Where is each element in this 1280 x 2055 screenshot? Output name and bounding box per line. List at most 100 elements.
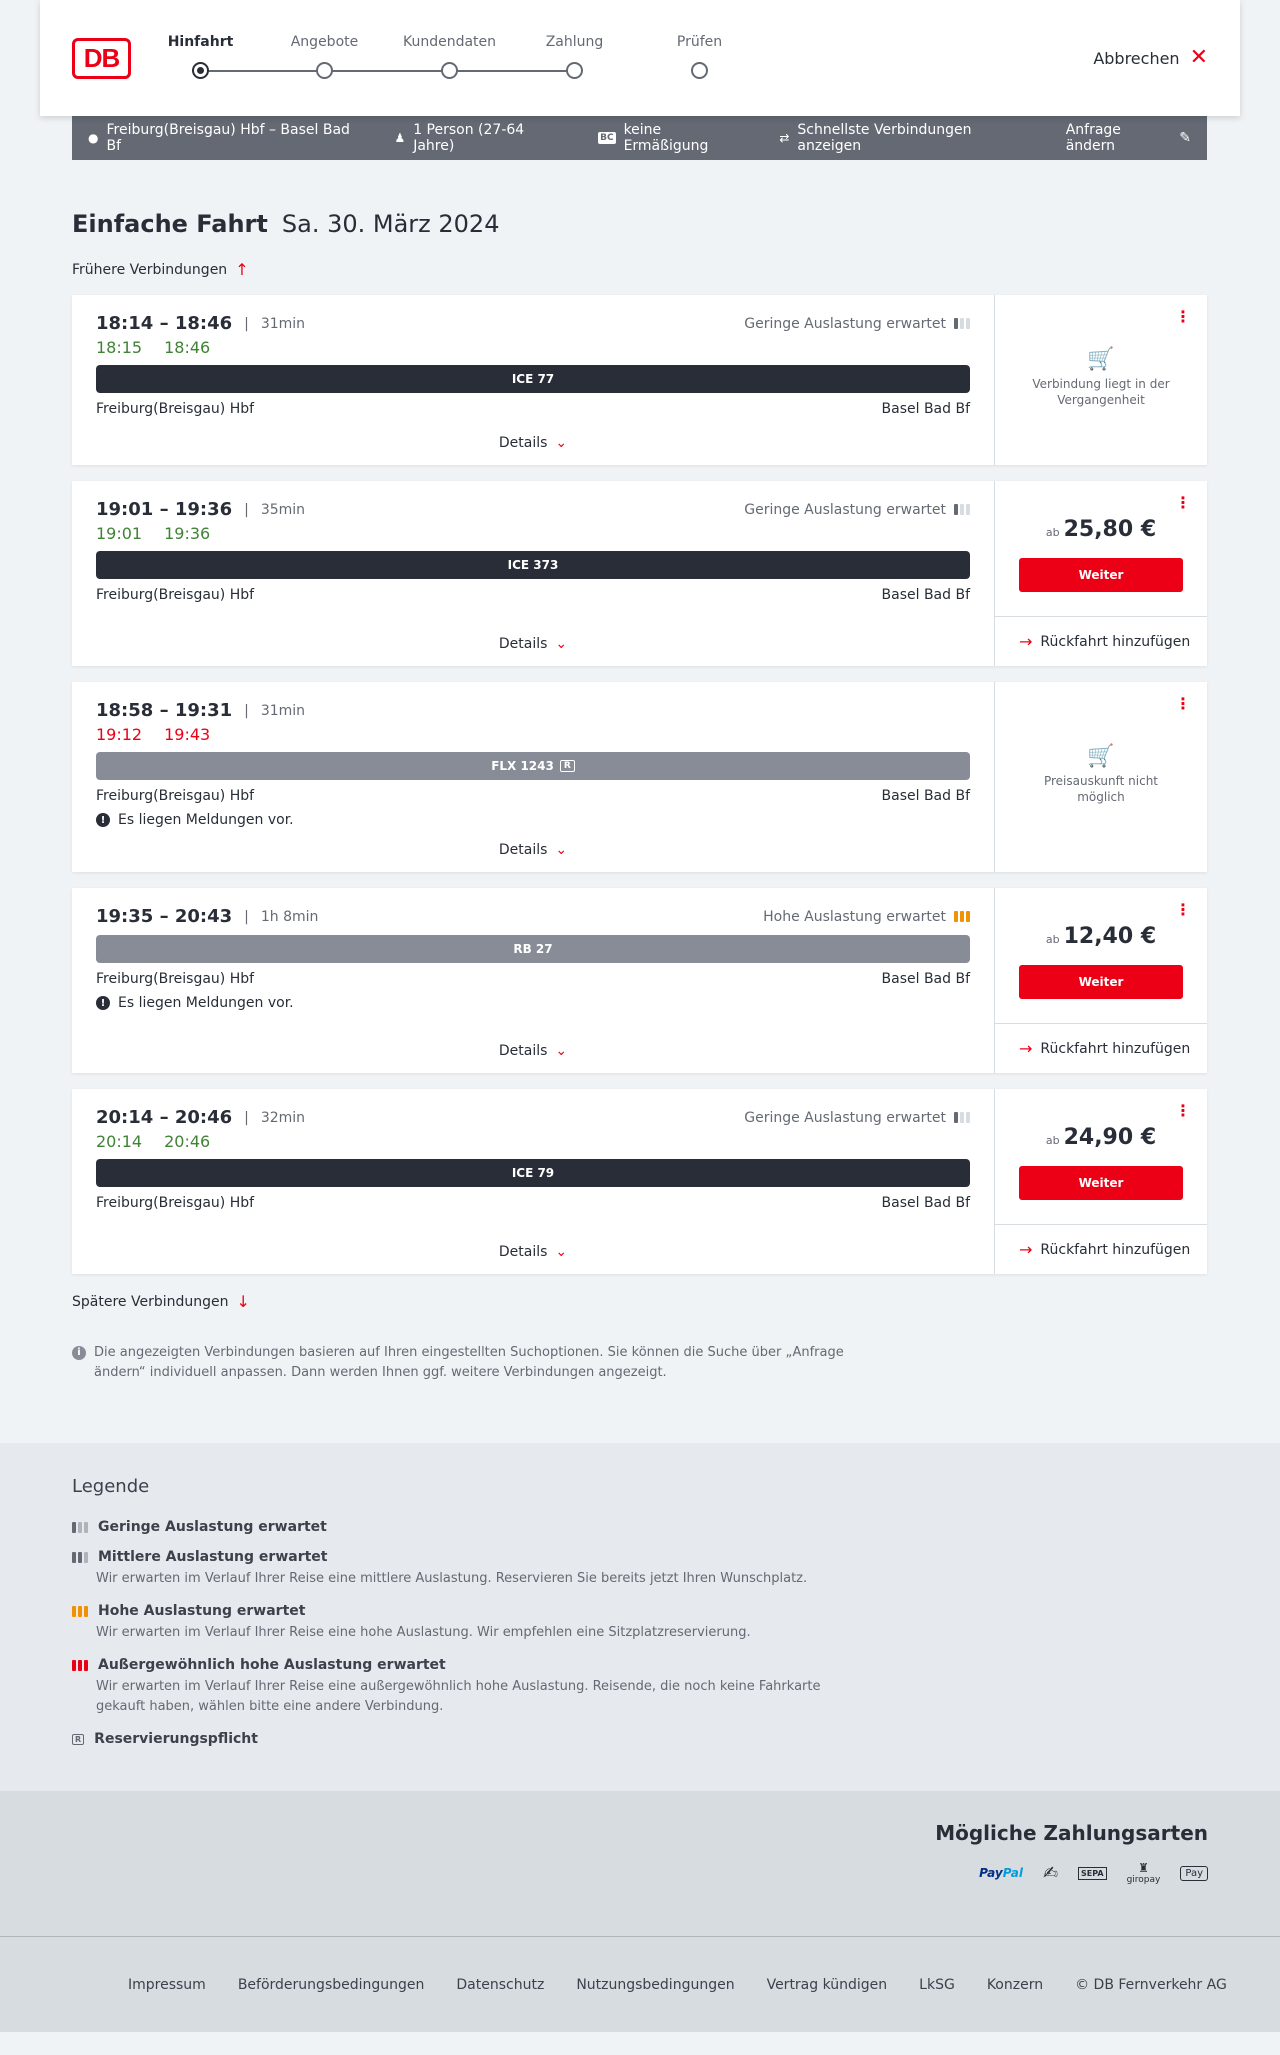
- message-text: Es liegen Meldungen vor.: [118, 995, 294, 1011]
- message-notice: ! Es liegen Meldungen vor.: [96, 812, 970, 828]
- connection-card: 20:14 – 20:46 | 32min Geringe Auslastung…: [72, 1089, 1207, 1274]
- connection-side: ⋮ 🛒 Preisauskunft nicht möglich: [995, 682, 1207, 872]
- earlier-connections-link[interactable]: Frühere Verbindungen ↑: [72, 260, 1207, 279]
- step-dot-icon: [316, 62, 333, 79]
- legend-item: Außergewöhnlich hohe Auslastung erwartet…: [72, 1657, 1207, 1717]
- footer-link-impressum[interactable]: Impressum: [128, 1977, 206, 1993]
- occupancy-low-icon: [72, 1521, 88, 1533]
- scheduled-times: 19:01 – 19:36: [96, 499, 233, 520]
- price-amount: 12,40 €: [1063, 924, 1157, 949]
- realtime-departure: 18:15: [96, 338, 143, 357]
- continue-button[interactable]: Weiter: [1019, 965, 1183, 999]
- swap-arrows-icon: ⇄: [779, 131, 790, 145]
- train-bar[interactable]: RB 27: [96, 935, 970, 963]
- cart-unavailable-icon: 🛒: [1087, 744, 1115, 769]
- add-return-label: Rückfahrt hinzufügen: [1040, 633, 1191, 650]
- train-name: ICE 77: [511, 372, 555, 386]
- occupancy-low-icon: [954, 1112, 970, 1123]
- person-icon: ♟: [394, 131, 406, 145]
- step-kundendaten: Kundendaten: [387, 34, 512, 79]
- train-bar[interactable]: ICE 77: [96, 365, 970, 393]
- realtime-arrival: 18:46: [164, 338, 211, 357]
- scheduled-times: 19:35 – 20:43: [96, 906, 233, 927]
- continue-button[interactable]: Weiter: [1019, 558, 1183, 592]
- step-dot-icon: [691, 62, 708, 79]
- connection-main: 19:01 – 19:36 | 35min Geringe Auslastung…: [72, 481, 995, 666]
- more-options-icon[interactable]: ⋮: [1175, 495, 1191, 511]
- scheduled-times: 20:14 – 20:46: [96, 1107, 233, 1128]
- train-name: ICE 79: [511, 1166, 555, 1180]
- discount-text: keine Ermäßigung: [623, 122, 709, 154]
- occupancy-info: Geringe Auslastung erwartet: [744, 316, 970, 332]
- more-options-icon[interactable]: ⋮: [1175, 309, 1191, 325]
- cart-unavailable-icon: 🛒: [1087, 347, 1115, 372]
- add-return-trip-button[interactable]: → Rückfahrt hinzufügen: [995, 617, 1207, 666]
- realtime-departure: 19:12: [96, 725, 143, 744]
- footer-link-nutzungsbedingungen[interactable]: Nutzungsbedingungen: [576, 1977, 734, 1993]
- sepa-icon: SEPA: [1078, 1866, 1107, 1880]
- footer-link-konzern[interactable]: Konzern: [987, 1977, 1043, 1993]
- occupancy-label: Geringe Auslastung erwartet: [744, 315, 946, 332]
- progress-steps: Hinfahrt Angebote Kundendaten Zahlung Pr…: [160, 34, 722, 84]
- separator: |: [244, 908, 249, 925]
- notice-text: Die angezeigten Verbindungen basieren au…: [94, 1345, 844, 1380]
- train-bar[interactable]: ICE 373: [96, 551, 970, 579]
- legend-item-desc: Wir erwarten im Verlauf Ihrer Reise eine…: [96, 1571, 808, 1586]
- edit-request-label: Anfrage ändern: [1065, 122, 1121, 154]
- connection-side: ⋮ ab 12,40 € Weiter → Rückfahrt hinzufüge…: [995, 888, 1207, 1073]
- price-box: ⋮ ab 25,80 € Weiter: [995, 481, 1207, 617]
- paypal-icon: PayPal: [979, 1866, 1023, 1880]
- step-hinfahrt[interactable]: Hinfahrt: [138, 34, 263, 79]
- arrival-station: Basel Bad Bf: [881, 788, 970, 804]
- details-toggle[interactable]: Details ⌄: [72, 636, 994, 652]
- legend-item-title: Außergewöhnlich hohe Auslastung erwartet: [98, 1657, 446, 1673]
- legend-section: Legende Geringe Auslastung erwartet Mitt…: [0, 1443, 1280, 1791]
- departure-station: Freiburg(Breisgau) Hbf: [96, 401, 255, 417]
- step-label: Kundendaten: [402, 34, 497, 50]
- more-options-icon[interactable]: ⋮: [1175, 696, 1191, 712]
- search-summary-bar: ● Freiburg(Breisgau) Hbf – Basel Bad Bf …: [72, 116, 1207, 160]
- occupancy-label: Hohe Auslastung erwartet: [763, 908, 946, 925]
- arrival-station: Basel Bad Bf: [881, 971, 970, 987]
- occupancy-high-icon: [72, 1605, 88, 1617]
- occupancy-medium-icon: [72, 1551, 88, 1563]
- more-options-icon[interactable]: ⋮: [1175, 1103, 1191, 1119]
- connection-side: ⋮ ab 25,80 € Weiter → Rückfahrt hinzufüge…: [995, 481, 1207, 666]
- footer-link-datenschutz[interactable]: Datenschutz: [456, 1977, 544, 1993]
- train-name: ICE 373: [507, 558, 559, 572]
- price: ab 12,40 €: [995, 924, 1207, 949]
- pencil-icon: ✎: [1179, 130, 1191, 146]
- discount-summary: BC keine Ermäßigung: [598, 122, 746, 154]
- add-return-label: Rückfahrt hinzufügen: [1040, 1241, 1191, 1258]
- add-return-trip-button[interactable]: → Rückfahrt hinzufügen: [995, 1024, 1207, 1073]
- more-options-icon[interactable]: ⋮: [1175, 902, 1191, 918]
- chevron-down-icon: ⌄: [555, 842, 568, 858]
- price: ab 25,80 €: [995, 517, 1207, 542]
- chevron-down-icon: ⌄: [555, 1043, 568, 1059]
- step-label: Angebote: [290, 34, 359, 50]
- price-box: ⋮ ab 24,90 € Weiter: [995, 1089, 1207, 1225]
- legend-item: R Reservierungspflicht: [72, 1731, 1207, 1747]
- add-return-trip-button[interactable]: → Rückfahrt hinzufügen: [995, 1225, 1207, 1274]
- train-bar[interactable]: ICE 79: [96, 1159, 970, 1187]
- details-toggle[interactable]: Details ⌄: [72, 435, 994, 451]
- continue-button[interactable]: Weiter: [1019, 1166, 1183, 1200]
- legend-item-title: Mittlere Auslastung erwartet: [98, 1549, 328, 1565]
- details-toggle[interactable]: Details ⌄: [72, 842, 994, 858]
- footer-link-vertrag-kuendigen[interactable]: Vertrag kündigen: [767, 1977, 888, 1993]
- edit-request-button[interactable]: Anfrage ändern ✎: [1066, 122, 1191, 154]
- details-toggle[interactable]: Details ⌄: [72, 1043, 994, 1059]
- header: DB Hinfahrt Angebote Kundendaten Zahlung…: [40, 0, 1240, 116]
- price-prefix: ab: [1045, 933, 1060, 946]
- db-logo[interactable]: DB: [72, 38, 131, 79]
- footer-link-befoerderungsbedingungen[interactable]: Beförderungsbedingungen: [238, 1977, 425, 1993]
- train-bar[interactable]: FLX 1243 R: [96, 752, 970, 780]
- arrow-right-icon: →: [1019, 632, 1033, 651]
- cancel-button[interactable]: Abbrechen ✕: [1093, 47, 1208, 69]
- chevron-down-icon: ⌄: [555, 1244, 568, 1260]
- option-summary: ⇄ Schnellste Verbindungen anzeigen: [779, 122, 1032, 154]
- footer-link-lksg[interactable]: LkSG: [919, 1977, 955, 1993]
- details-toggle[interactable]: Details ⌄: [72, 1244, 994, 1260]
- realtime-arrival: 20:46: [164, 1132, 211, 1151]
- later-connections-link[interactable]: Spätere Verbindungen ↓: [72, 1292, 1207, 1311]
